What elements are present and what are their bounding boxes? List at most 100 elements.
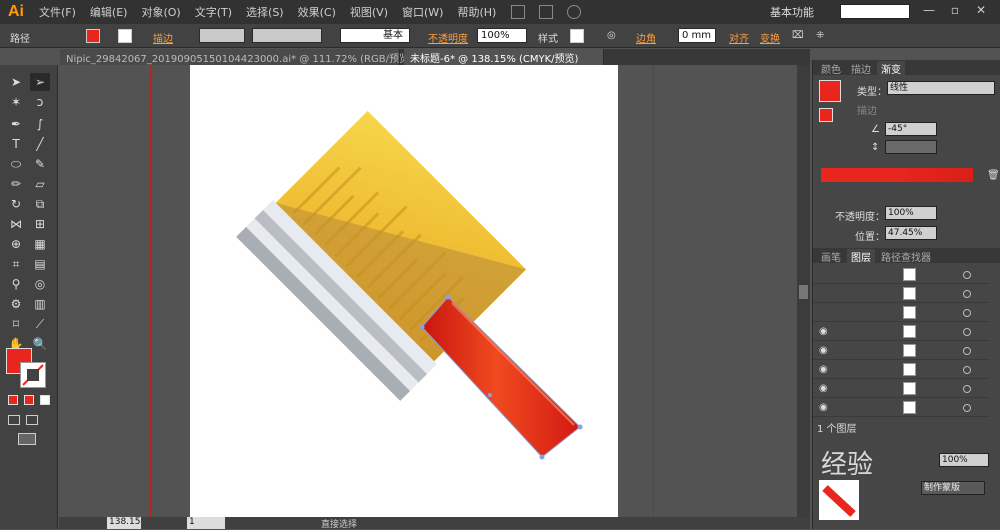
target-icon[interactable] xyxy=(963,290,971,298)
layer-row[interactable] xyxy=(813,266,989,284)
draw-behind-icon[interactable] xyxy=(26,415,38,425)
artboard-tool-icon[interactable]: ⌑ xyxy=(6,315,26,333)
style-swatch[interactable] xyxy=(570,29,584,43)
gradient-tool-icon[interactable]: ▤ xyxy=(30,255,50,273)
zoom-tool-icon[interactable]: 🔍 xyxy=(30,335,50,353)
layer-row[interactable]: ◉ xyxy=(813,380,989,398)
trash-icon[interactable]: 🗑 xyxy=(987,170,1000,181)
menu-select[interactable]: 选择(S) xyxy=(239,4,291,20)
corner-field[interactable]: 0 mm xyxy=(678,28,716,43)
paintbrush-icon[interactable]: ✎ xyxy=(30,155,50,173)
tab-color[interactable]: 颜色 xyxy=(817,61,845,76)
tab-nipic[interactable]: Nipic_29842067_20190905150104423000.ai* … xyxy=(60,49,413,65)
color-mode-icon[interactable] xyxy=(8,395,18,405)
target-icon[interactable] xyxy=(963,347,971,355)
recolor-icon[interactable]: ◎ xyxy=(607,30,616,41)
eye-icon[interactable]: ◉ xyxy=(819,364,828,375)
vertical-scrollbar[interactable] xyxy=(797,65,810,517)
mesh-tool-icon[interactable]: ⌗ xyxy=(6,255,26,273)
target-icon[interactable] xyxy=(963,271,971,279)
position-field[interactable]: 47.45% xyxy=(885,226,937,240)
pen-tool-icon[interactable]: ✒ xyxy=(6,115,26,133)
layer-row[interactable]: ◉ xyxy=(813,342,989,360)
rotate-tool-icon[interactable]: ↻ xyxy=(6,195,26,213)
selection-tool-icon[interactable]: ➤ xyxy=(6,73,26,91)
transform-link[interactable]: 变换 xyxy=(760,30,780,45)
target-icon[interactable] xyxy=(963,328,971,336)
width-tool-icon[interactable]: ⋈ xyxy=(6,215,26,233)
blend-tool-icon[interactable]: ◎ xyxy=(30,275,50,293)
draw-mode-icon[interactable] xyxy=(8,415,20,425)
type-dropdown[interactable]: 线性 xyxy=(887,81,995,95)
menu-object[interactable]: 对象(O) xyxy=(134,4,187,20)
brush-preset-dropdown[interactable]: 基本 xyxy=(340,28,410,43)
make-mask-button[interactable]: 制作蒙版 xyxy=(921,481,985,495)
direct-selection-tool-icon[interactable]: ➢ xyxy=(30,73,50,91)
screen-mode-icon[interactable] xyxy=(18,433,36,445)
layer-row[interactable]: ◉ xyxy=(813,361,989,379)
canvas-area[interactable] xyxy=(59,65,810,517)
close-button[interactable]: ✕ xyxy=(970,3,992,19)
zoom-field[interactable]: 138.15 xyxy=(107,517,141,529)
curvature-tool-icon[interactable]: ∫ xyxy=(30,115,50,133)
none-mode-icon[interactable] xyxy=(40,395,50,405)
lasso-icon[interactable]: ↄ xyxy=(30,93,50,111)
tab-gradient[interactable]: 渐变 xyxy=(877,61,905,76)
maximize-button[interactable]: ▫ xyxy=(944,3,966,19)
bottom-opacity-field[interactable]: 100% xyxy=(939,453,989,467)
pencil-icon[interactable]: ✏ xyxy=(6,175,26,193)
menu-type[interactable]: 文字(T) xyxy=(188,4,239,20)
gradient-fill-swatch[interactable] xyxy=(819,108,833,122)
perspective-grid-icon[interactable]: ▦ xyxy=(30,235,50,253)
scale-tool-icon[interactable]: ⧉ xyxy=(30,195,50,213)
eye-icon[interactable]: ◉ xyxy=(819,402,828,413)
tab-stroke[interactable]: 描边 xyxy=(847,61,875,76)
menu-view[interactable]: 视图(V) xyxy=(343,4,395,20)
eye-icon[interactable]: ◉ xyxy=(819,326,828,337)
aspect-field[interactable] xyxy=(885,140,937,154)
isolate-icon[interactable]: ⌧ xyxy=(792,30,804,41)
panel-options-icon[interactable]: ⁜ xyxy=(816,30,824,41)
magic-wand-icon[interactable]: ✶ xyxy=(6,93,26,111)
menu-help[interactable]: 帮助(H) xyxy=(450,4,503,20)
target-icon[interactable] xyxy=(963,309,971,317)
stroke-swatch[interactable] xyxy=(118,29,132,43)
gradient-slider[interactable] xyxy=(821,168,973,182)
search-input[interactable] xyxy=(840,4,910,19)
opacity-field[interactable]: 100% xyxy=(477,28,527,43)
menu-file[interactable]: 文件(F) xyxy=(32,4,83,20)
menu-window[interactable]: 窗口(W) xyxy=(395,4,450,20)
minimize-button[interactable]: — xyxy=(918,3,940,19)
stroke-link[interactable]: 描边 xyxy=(153,30,173,45)
stroke-color-box[interactable] xyxy=(20,362,46,388)
fill-swatch[interactable] xyxy=(86,29,100,43)
type-tool-icon[interactable]: T xyxy=(6,135,26,153)
target-icon[interactable] xyxy=(963,385,971,393)
shape-builder-icon[interactable]: ⊕ xyxy=(6,235,26,253)
ellipse-tool-icon[interactable]: ⬭ xyxy=(6,155,26,173)
workspace-switcher[interactable]: 基本功能 xyxy=(770,4,814,20)
corner-link[interactable]: 边角 xyxy=(636,30,656,45)
free-transform-icon[interactable]: ⊞ xyxy=(30,215,50,233)
symbol-sprayer-icon[interactable]: ⚙ xyxy=(6,295,26,313)
target-icon[interactable] xyxy=(963,404,971,412)
layer-row[interactable] xyxy=(813,304,989,322)
opacity-link[interactable]: 不透明度 xyxy=(428,30,468,45)
eyedropper-icon[interactable]: ⚲ xyxy=(6,275,26,293)
layer-row[interactable]: ◉ xyxy=(813,323,989,341)
scroll-thumb[interactable] xyxy=(799,285,808,299)
eye-icon[interactable]: ◉ xyxy=(819,383,828,394)
eraser-icon[interactable]: ▱ xyxy=(30,175,50,193)
artboard[interactable] xyxy=(190,65,618,517)
gradient-thumbnail[interactable] xyxy=(819,80,841,102)
slice-tool-icon[interactable]: ⟋ xyxy=(30,315,50,333)
eye-icon[interactable]: ◉ xyxy=(819,345,828,356)
line-tool-icon[interactable]: ╱ xyxy=(30,135,50,153)
layer-row[interactable]: ◉ xyxy=(813,399,989,417)
gpu-icon[interactable] xyxy=(567,5,582,19)
gradient-mode-icon[interactable] xyxy=(24,395,34,405)
menu-effect[interactable]: 效果(C) xyxy=(291,4,343,20)
bridge-icon[interactable] xyxy=(511,5,526,19)
menu-edit[interactable]: 编辑(E) xyxy=(83,4,135,20)
angle-field[interactable]: -45° xyxy=(885,122,937,136)
